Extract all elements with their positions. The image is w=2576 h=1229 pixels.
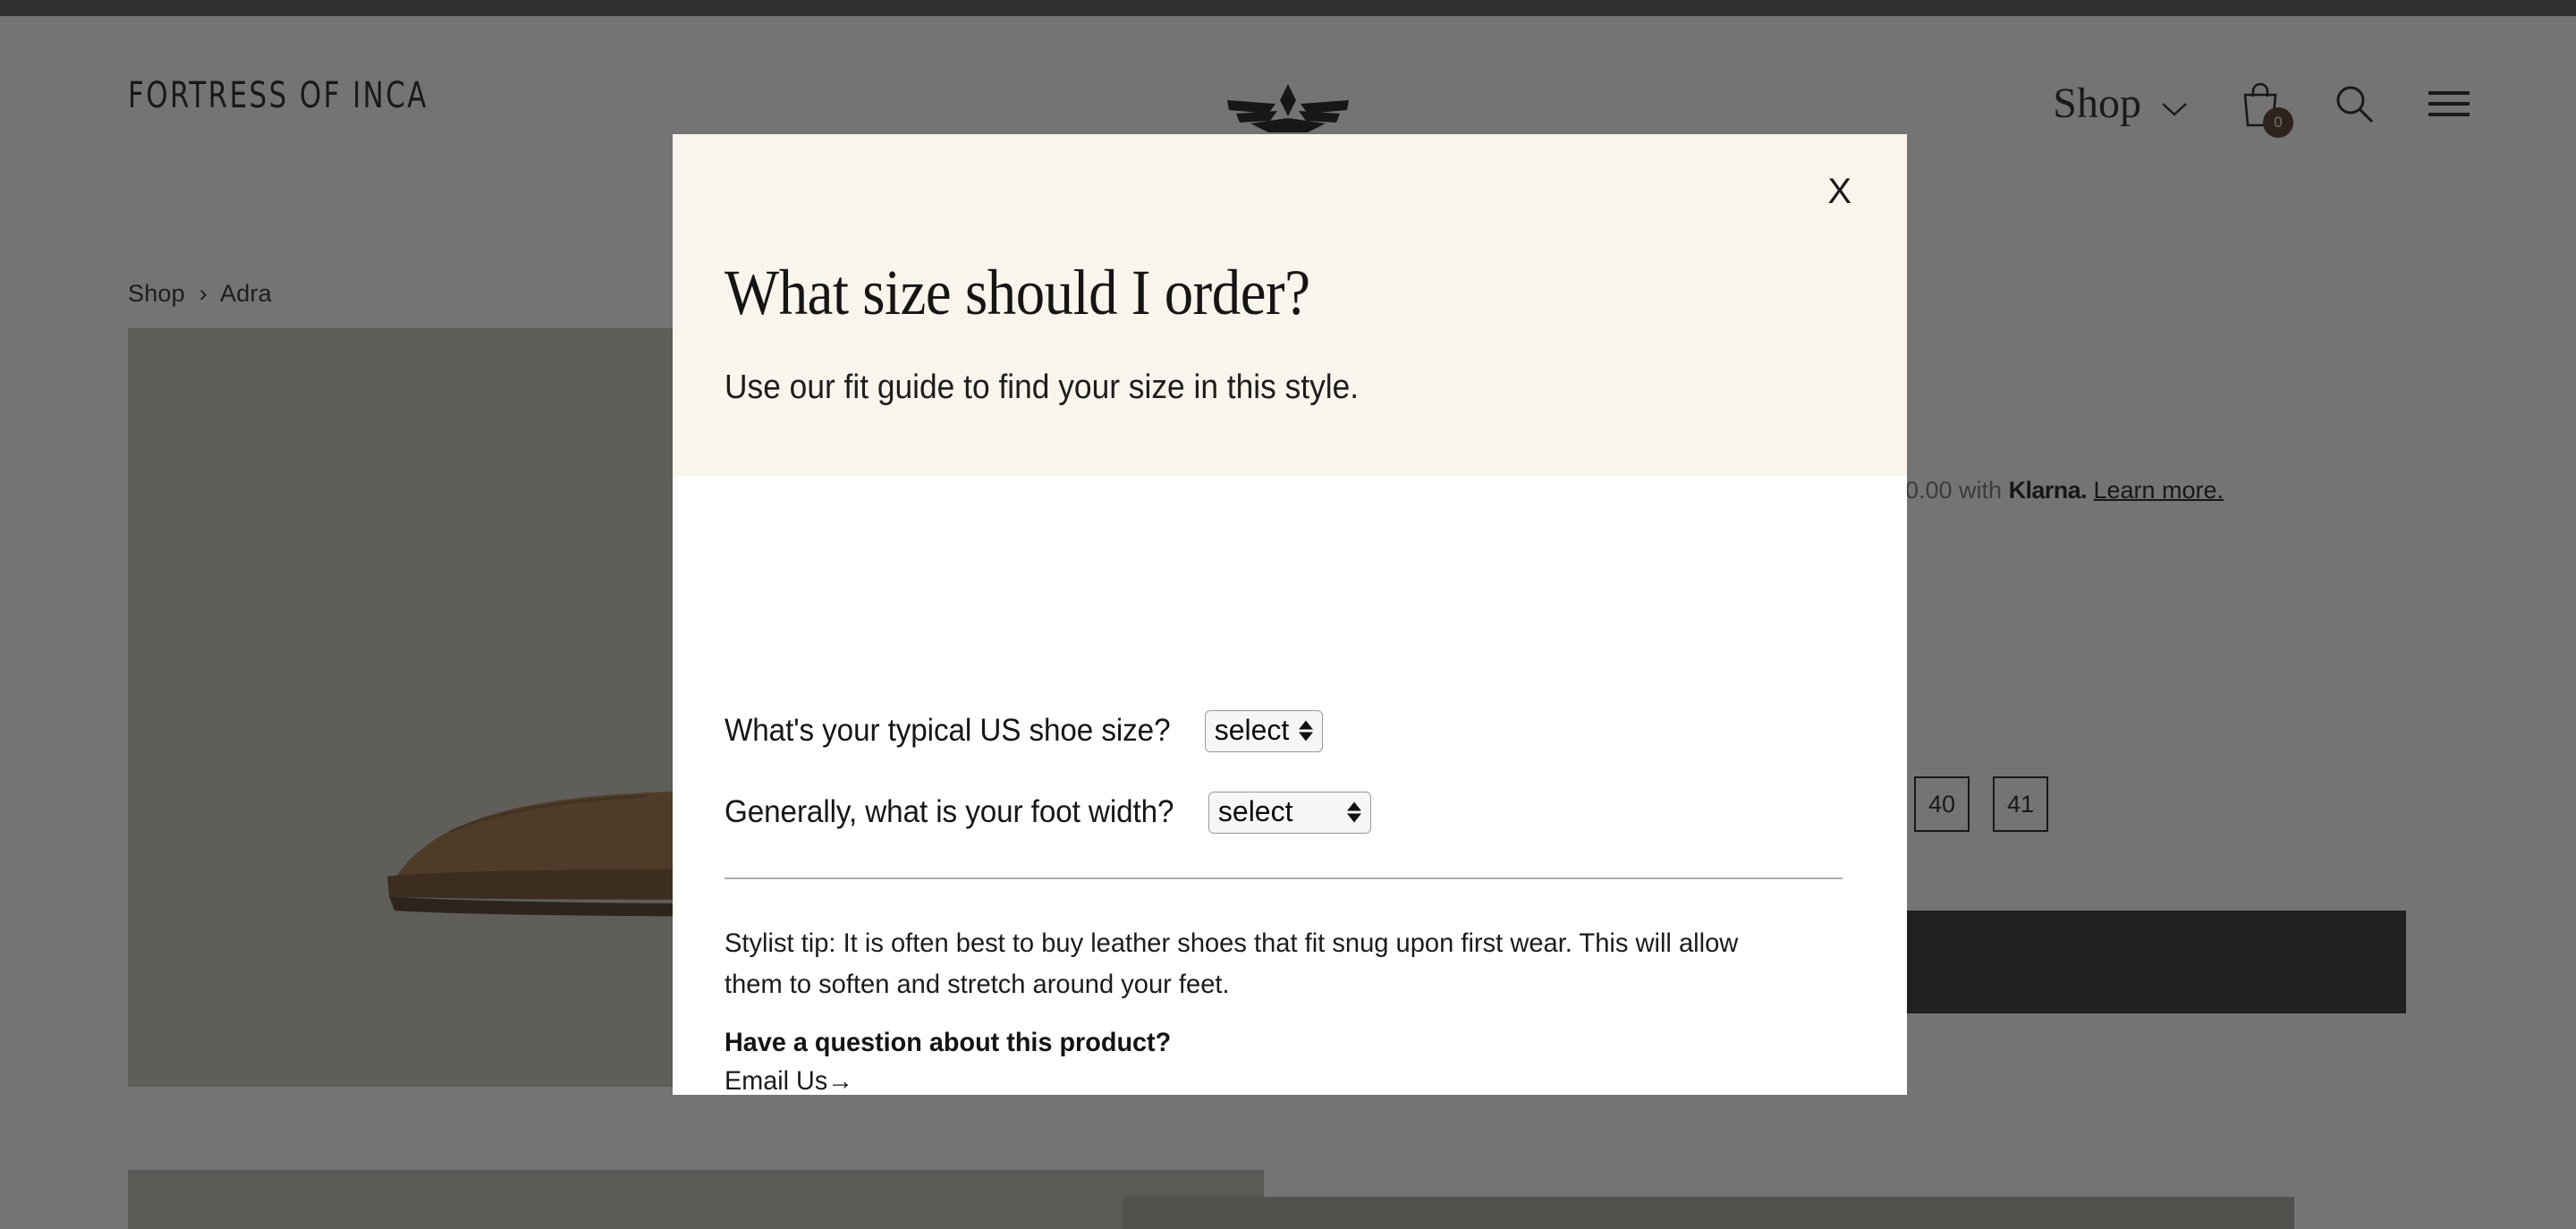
foot-width-select[interactable]: select (1208, 792, 1371, 834)
stylist-tip-text: Stylist tip: It is often best to buy lea… (724, 928, 1739, 999)
question-row-shoe-size: What's your typical US shoe size? select (724, 710, 1323, 752)
fit-guide-modal: X What size should I order? Use our fit … (673, 134, 1907, 1095)
modal-header: X What size should I order? Use our fit … (673, 134, 1907, 476)
close-icon[interactable]: X (1818, 168, 1860, 215)
email-us-link[interactable]: Email Us→ (724, 1066, 853, 1095)
shoe-size-select-wrapper: select (1204, 710, 1323, 752)
shoe-size-question-label: What's your typical US shoe size? (724, 713, 1171, 749)
question-row-foot-width: Generally, what is your foot width? sele… (724, 792, 1371, 834)
product-question-heading: Have a question about this product? (724, 1028, 1172, 1057)
foot-width-question-label: Generally, what is your foot width? (724, 794, 1174, 830)
screen: FORTRESS OF INCA Shop (0, 0, 2576, 1229)
browser-chrome-strip (0, 0, 2576, 16)
foot-width-select-wrapper: select (1208, 792, 1371, 834)
modal-subtitle: Use our fit guide to find your size in t… (724, 369, 1360, 406)
shoe-size-select[interactable]: select (1204, 710, 1323, 752)
modal-title: What size should I order? (724, 257, 1310, 328)
section-divider (724, 877, 1843, 879)
